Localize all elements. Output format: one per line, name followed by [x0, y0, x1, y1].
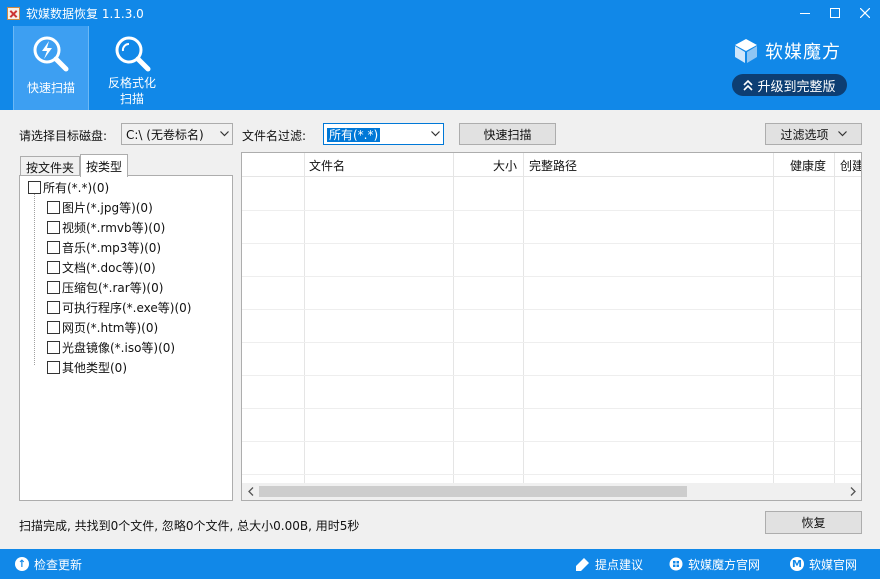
tree-checkbox[interactable]	[47, 200, 60, 214]
check-update-link[interactable]: ↑ 检查更新	[15, 549, 82, 579]
filter-options-button[interactable]: 过滤选项	[765, 123, 862, 145]
tree-item-label: 网页(*.htm等)(0)	[62, 320, 159, 335]
chevron-down-icon	[837, 131, 847, 137]
tree-item-disc-images[interactable]: 光盘镜像(*.iso等)(0)	[47, 338, 175, 356]
window-controls	[790, 0, 880, 26]
title-bar: 软媒数据恢复 1.1.3.0	[0, 0, 880, 26]
mofang-site-label: 软媒魔方官网	[688, 557, 761, 572]
tree-checkbox[interactable]	[28, 180, 41, 194]
tree-item-documents[interactable]: 文档(*.doc等)(0)	[47, 258, 156, 276]
double-chevron-up-icon	[743, 79, 754, 91]
quick-scan-tool-label: 快速扫描	[26, 81, 75, 95]
scroll-right-arrow[interactable]	[844, 483, 861, 500]
tree-item-label: 视频(*.rmvb等)(0)	[62, 220, 166, 235]
disk-select-value: C:\ (无卷标名)	[126, 127, 204, 142]
disk-label: 请选择目标磁盘:	[19, 129, 108, 143]
filter-options-label: 过滤选项	[780, 127, 829, 142]
file-list-table[interactable]: 文件名 大小 完整路径 健康度 创建	[241, 152, 862, 501]
tree-item-music[interactable]: 音乐(*.mp3等)(0)	[47, 238, 161, 256]
close-button[interactable]	[850, 0, 880, 26]
format-scan-label-line1: 反格式化	[107, 76, 156, 90]
scroll-left-arrow[interactable]	[242, 483, 259, 500]
horizontal-scrollbar[interactable]	[242, 483, 861, 500]
ruanmei-logo-icon: M	[790, 557, 804, 571]
upgrade-button[interactable]: 升级到完整版	[732, 74, 847, 96]
tree-checkbox[interactable]	[47, 320, 60, 334]
scrollbar-thumb[interactable]	[259, 486, 687, 497]
check-update-label: 检查更新	[34, 557, 83, 572]
feedback-icon	[576, 557, 589, 571]
disk-select[interactable]: C:\ (无卷标名)	[121, 123, 233, 145]
chevron-left-icon	[247, 487, 253, 496]
window-title: 软媒数据恢复 1.1.3.0	[26, 6, 144, 21]
filter-select[interactable]: 所有(*.*)	[323, 123, 444, 145]
lightning-search-icon	[33, 36, 69, 72]
format-scan-tool-button[interactable]: 反格式化 扫描	[94, 26, 170, 110]
minimize-button[interactable]	[790, 0, 820, 26]
status-text: 扫描完成, 共找到0个文件, 忽略0个文件, 总大小0.00B, 用时5秒	[19, 519, 360, 533]
type-tree: 所有(*.*)(0) 图片(*.jpg等)(0) 视频(*.rmvb等)(0) …	[19, 175, 233, 501]
filter-select-value: 所有(*.*)	[327, 127, 381, 142]
brand-name: 软媒魔方	[765, 42, 841, 63]
ruanmei-site-label: 软媒官网	[809, 557, 858, 572]
mofang-site-link[interactable]: 软媒魔方官网	[669, 549, 760, 579]
tree-checkbox[interactable]	[47, 340, 60, 354]
tree-item-other[interactable]: 其他类型(0)	[47, 358, 127, 376]
quick-scan-button[interactable]: 快速扫描	[459, 123, 556, 145]
tree-checkbox[interactable]	[47, 280, 60, 294]
tree-item-label: 音乐(*.mp3等)(0)	[62, 240, 162, 255]
tree-tabs: 按文件夹 按类型	[20, 154, 129, 177]
grid-icon	[669, 557, 683, 571]
ruanmei-site-link[interactable]: M 软媒官网	[790, 549, 857, 579]
tree-item-executables[interactable]: 可执行程序(*.exe等)(0)	[47, 298, 191, 316]
tree-item-archives[interactable]: 压缩包(*.rar等)(0)	[47, 278, 163, 296]
restore-button[interactable]: 恢复	[765, 511, 862, 534]
feedback-link[interactable]: 提点建议	[575, 549, 643, 579]
tab-by-type[interactable]: 按类型	[80, 154, 129, 177]
tree-item-label: 图片(*.jpg等)(0)	[62, 200, 153, 215]
column-header-size[interactable]: 大小	[493, 153, 517, 177]
header-toolbar: 快速扫描 反格式化 扫描 软媒魔方 升级到完整版	[0, 26, 880, 110]
tree-item-label: 所有(*.*)(0)	[43, 180, 110, 195]
table-header: 文件名 大小 完整路径 健康度 创建	[242, 153, 861, 177]
footer-bar: ↑ 检查更新 提点建议 软媒魔方官网 M 软媒官网	[0, 549, 880, 579]
format-scan-label-line2: 扫描	[119, 92, 144, 106]
tree-item-all[interactable]: 所有(*.*)(0)	[28, 178, 109, 196]
tab-by-folder[interactable]: 按文件夹	[20, 156, 81, 177]
tree-item-label: 光盘镜像(*.iso等)(0)	[62, 340, 176, 355]
tree-item-label: 其他类型(0)	[62, 360, 127, 375]
arrow-up-icon: ↑	[15, 557, 29, 571]
column-header-filename[interactable]: 文件名	[309, 153, 345, 177]
tree-item-label: 压缩包(*.rar等)(0)	[62, 280, 164, 295]
tree-checkbox[interactable]	[47, 220, 60, 234]
tree-item-label: 可执行程序(*.exe等)(0)	[62, 300, 192, 315]
minimize-icon	[800, 13, 810, 14]
column-header-created[interactable]: 创建	[840, 153, 861, 177]
tree-checkbox[interactable]	[47, 360, 60, 374]
brand-logo: 软媒魔方	[733, 38, 841, 64]
tree-item-webpages[interactable]: 网页(*.htm等)(0)	[47, 318, 158, 336]
maximize-button[interactable]	[820, 0, 850, 26]
tree-checkbox[interactable]	[47, 240, 60, 254]
tree-item-images[interactable]: 图片(*.jpg等)(0)	[47, 198, 153, 216]
feedback-label: 提点建议	[595, 557, 644, 572]
cube-logo-icon	[735, 39, 757, 63]
filter-label: 文件名过滤:	[242, 129, 307, 143]
upgrade-label: 升级到完整版	[757, 79, 836, 95]
chevron-down-icon	[427, 131, 443, 137]
tree-checkbox[interactable]	[47, 260, 60, 274]
chevron-down-icon	[216, 131, 232, 137]
column-header-health[interactable]: 健康度	[790, 153, 826, 177]
app-icon	[7, 6, 20, 20]
tree-checkbox[interactable]	[47, 300, 60, 314]
search-icon	[115, 36, 151, 72]
maximize-icon	[830, 8, 840, 18]
tree-item-label: 文档(*.doc等)(0)	[62, 260, 156, 275]
quick-scan-tool-button[interactable]: 快速扫描	[13, 26, 89, 110]
close-icon	[860, 8, 870, 18]
chevron-right-icon	[850, 487, 856, 496]
column-header-path[interactable]: 完整路径	[529, 153, 577, 177]
tree-item-video[interactable]: 视频(*.rmvb等)(0)	[47, 218, 165, 236]
